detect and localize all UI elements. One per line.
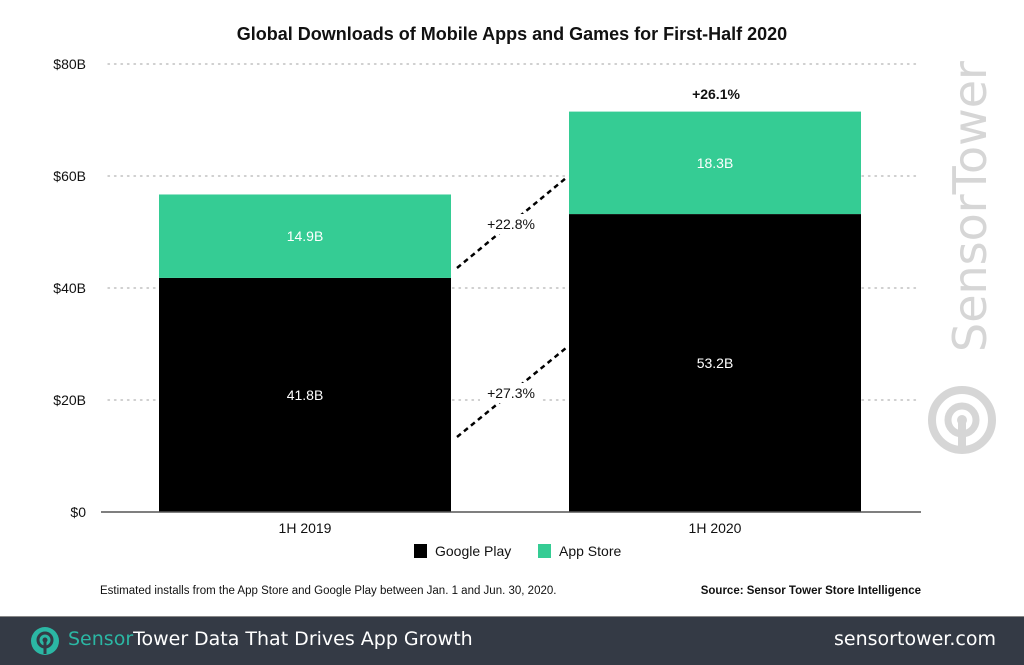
legend-swatch-google-play: [414, 544, 427, 558]
bars: 41.8B 14.9B 53.2B 18.3B: [159, 111, 861, 512]
chart: Global Downloads of Mobile Apps and Game…: [53, 24, 997, 597]
x-tick-label: 1H 2020: [689, 520, 742, 536]
footer-brand[interactable]: SensorTower: [68, 628, 188, 650]
footer-website-link[interactable]: sensortower.com: [834, 628, 996, 650]
brand-sensor: Sensor: [68, 628, 134, 650]
y-tick-label: $60B: [53, 168, 86, 184]
legend: Google Play App Store: [414, 543, 621, 559]
bar-value-label: 41.8B: [287, 387, 324, 403]
x-tick-label: 1H 2019: [279, 520, 332, 536]
google-play-growth-label: +27.3%: [487, 385, 535, 401]
chart-title: Global Downloads of Mobile Apps and Game…: [237, 24, 787, 44]
legend-swatch-app-store: [538, 544, 551, 558]
legend-label-app-store: App Store: [559, 543, 621, 559]
sensortower-logo-icon[interactable]: [30, 626, 60, 656]
footnote: Estimated installs from the App Store an…: [100, 585, 556, 597]
bar-value-label: 18.3B: [697, 155, 734, 171]
app-store-growth-label: +22.8%: [487, 216, 535, 232]
y-tick-label: $40B: [53, 280, 86, 296]
sensortower-watermark-icon: [928, 386, 996, 454]
bar-value-label: 14.9B: [287, 228, 324, 244]
y-axis: $0 $20B $40B $60B $80B: [53, 56, 86, 520]
watermark: SensorTower: [928, 61, 997, 454]
watermark-text: SensorTower: [943, 61, 997, 352]
footer-tagline: Data That Drives App Growth: [194, 628, 473, 650]
y-tick-label: $0: [70, 504, 86, 520]
y-tick-label: $20B: [53, 392, 86, 408]
x-axis: 1H 2019 1H 2020: [279, 520, 742, 536]
brand-tower: Tower: [133, 628, 189, 650]
source-note: Source: Sensor Tower Store Intelligence: [701, 585, 921, 597]
y-tick-label: $80B: [53, 56, 86, 72]
bar-value-label: 53.2B: [697, 355, 734, 371]
footer-bar: SensorTower Data That Drives App Growth …: [0, 616, 1024, 665]
total-growth-label: +26.1%: [692, 86, 740, 102]
legend-label-google-play: Google Play: [435, 543, 511, 559]
